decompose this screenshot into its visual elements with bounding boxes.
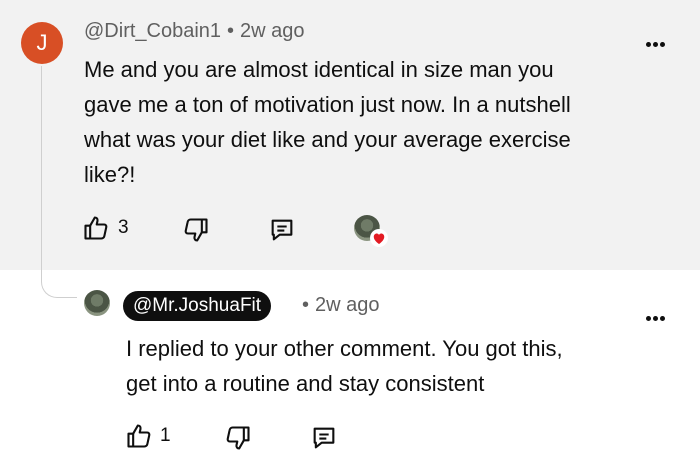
more-options-icon[interactable] [646, 34, 672, 47]
creator-heart [354, 215, 388, 249]
comment-line: gave me a ton of motivation just now. In… [84, 92, 571, 117]
comment-line: like?! [84, 162, 136, 187]
meta-separator: • [227, 20, 235, 42]
more-options-icon[interactable] [646, 308, 672, 321]
comment-line: Me and you are almost identical in size … [84, 57, 554, 82]
reply-line: get into a routine and stay consistent [126, 371, 485, 396]
reply-line: I replied to your other comment. You got… [126, 336, 563, 361]
like-count: 3 [118, 217, 129, 238]
comment-meta: @Dirt_Cobain1 • 2w ago [84, 20, 305, 43]
reply-icon[interactable] [310, 424, 338, 452]
reply-avatar[interactable] [84, 290, 110, 316]
reply-meta: • 2w ago [296, 294, 380, 317]
comment-time[interactable]: 2w ago [240, 20, 305, 42]
reply-text: I replied to your other comment. You got… [126, 331, 666, 401]
reply-icon[interactable] [268, 216, 296, 244]
comment-author[interactable]: @Dirt_Cobain1 [84, 20, 221, 42]
thumbs-down-icon[interactable] [224, 424, 252, 452]
reply-author-chip[interactable]: @Mr.JoshuaFit [123, 291, 272, 321]
heart-icon [370, 229, 388, 247]
like-count: 1 [160, 425, 171, 446]
thread-connector [41, 66, 77, 298]
comment-text: Me and you are almost identical in size … [84, 52, 664, 192]
meta-separator: • [302, 294, 310, 316]
avatar[interactable]: J [21, 22, 63, 64]
comment-line: what was your diet like and your average… [84, 127, 571, 152]
thumbs-up-icon[interactable] [125, 422, 153, 450]
reply-time[interactable]: 2w ago [315, 294, 380, 316]
thumbs-up-icon[interactable] [82, 214, 110, 242]
thumbs-down-icon[interactable] [182, 216, 210, 244]
